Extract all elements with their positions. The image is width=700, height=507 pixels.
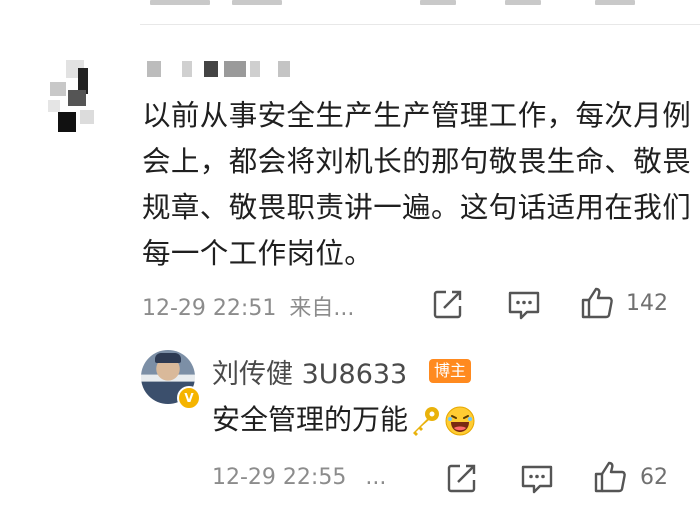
comment-text: 以前从事安全生产生产管理工作，每次月例会上，都会将刘机长的那句敬畏生命、敬畏规章… [142, 99, 692, 270]
key-icon [413, 407, 440, 436]
host-badge: 博主 [429, 359, 472, 383]
more-options[interactable]: ... [365, 465, 386, 490]
reply-body: 安全管理的万能 [212, 397, 476, 443]
like-count: 142 [626, 291, 668, 316]
comment-time: 12-29 22:51 [142, 296, 277, 321]
reply-text: 安全管理的万能 [212, 403, 409, 436]
reply-author[interactable]: 刘传健 3U8633 [212, 352, 407, 391]
comment-icon[interactable] [520, 464, 554, 494]
reply-like-count: 62 [640, 465, 668, 490]
verified-badge-icon: V [177, 386, 201, 410]
thumbs-up-icon[interactable] [580, 286, 614, 320]
comment-icon[interactable] [507, 290, 541, 320]
reply-meta: 12-29 22:55 ... [212, 465, 386, 490]
commenter-avatar[interactable] [48, 60, 106, 134]
commenter-name[interactable] [142, 57, 292, 81]
laughing-emoji-icon [445, 406, 475, 436]
divider [140, 24, 700, 25]
thumbs-up-icon[interactable] [593, 460, 627, 494]
share-icon[interactable] [446, 462, 478, 494]
reply-time: 12-29 22:55 [212, 465, 347, 490]
previous-row-remnant [0, 0, 700, 8]
share-icon[interactable] [432, 288, 464, 320]
comment-source[interactable]: 来自... [289, 296, 354, 321]
comment-meta: 12-29 22:51 来自... [142, 290, 354, 322]
